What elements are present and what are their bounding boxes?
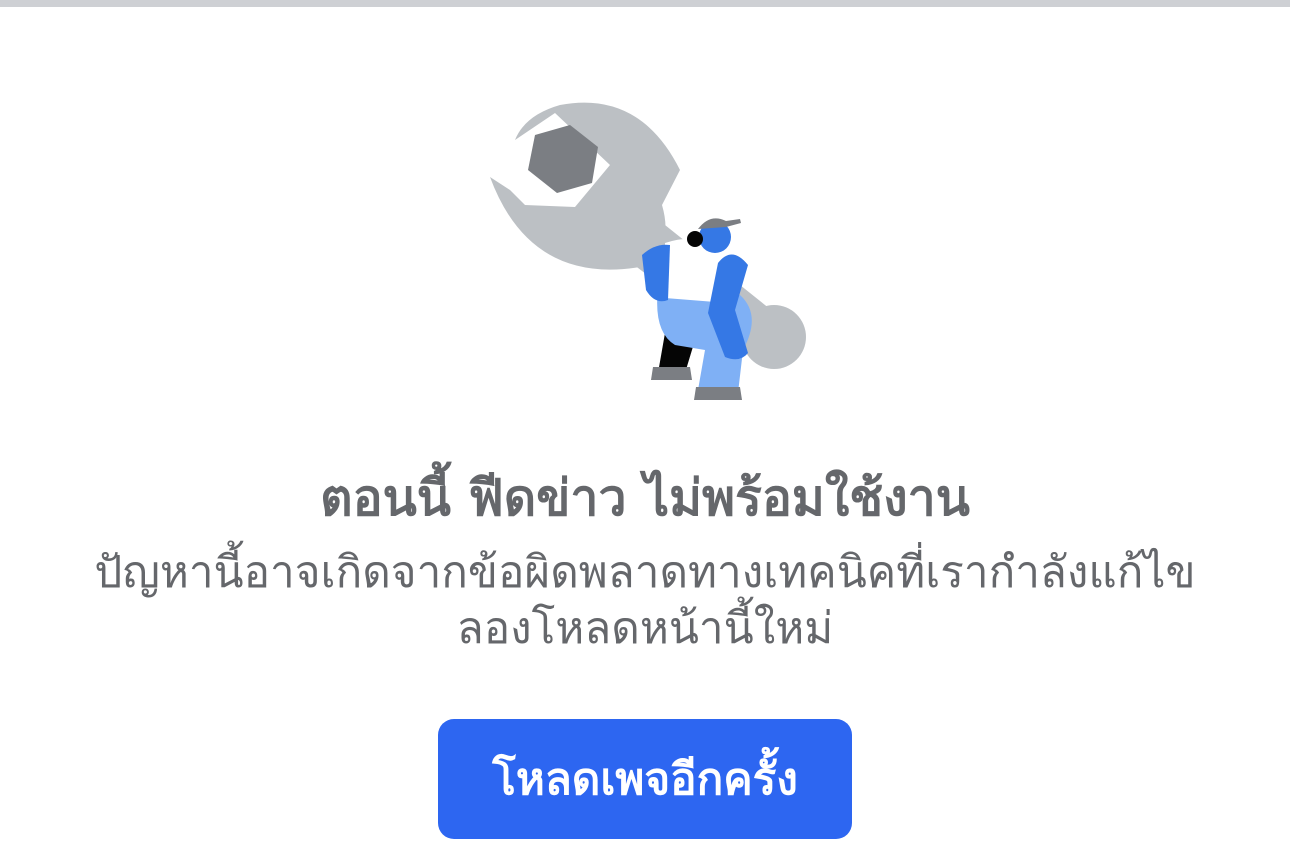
worker-cap — [698, 218, 741, 229]
error-title: ตอนนี้ ฟีดข่าว ไม่พร้อมใช้งาน — [320, 469, 970, 527]
wrench-head — [490, 102, 680, 270]
worker-left-arm — [642, 244, 670, 302]
error-message: ปัญหานี้อาจเกิดจากข้อผิดพลาดทางเทคนิคที่… — [94, 547, 1196, 654]
top-divider — [0, 0, 1290, 7]
worker-ear — [687, 231, 703, 247]
reload-page-button[interactable]: โหลดเพจอีกครั้ง — [438, 719, 852, 839]
wrench-handle-end — [742, 305, 806, 369]
worker-back-shoe — [651, 367, 692, 380]
worker-front-shoe — [694, 387, 742, 400]
wrench-worker-illustration — [470, 95, 820, 410]
